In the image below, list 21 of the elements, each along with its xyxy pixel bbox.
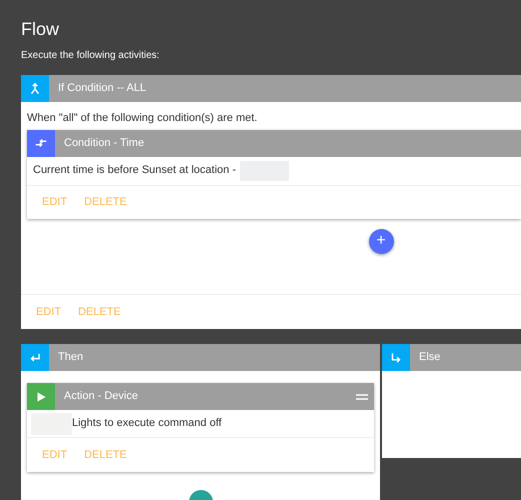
drag-handle-icon[interactable] [356, 394, 368, 400]
card-title: Action - Device [64, 389, 138, 404]
action-link[interactable]: EDIT [42, 446, 68, 464]
page-subtitle: Execute the following activities: [21, 49, 160, 63]
add-button[interactable]: + [368, 228, 394, 254]
merge-arrow-icon [28, 82, 42, 96]
action-link[interactable]: DELETE [84, 194, 127, 210]
card-title: Else [419, 350, 440, 366]
page-title: Flow [21, 18, 60, 40]
card-description: When "all" of the following condition(s) are met. [27, 111, 258, 126]
action-link[interactable]: EDIT [36, 304, 62, 320]
action-link[interactable]: EDIT [42, 194, 68, 210]
action-text: Lights to execute command off [72, 416, 222, 432]
swap-arrows-icon [34, 136, 48, 150]
turn-arrow-icon [389, 350, 403, 364]
card-title: Condition - Time [64, 136, 144, 151]
action-link[interactable]: DELETE [78, 304, 121, 320]
condition-text: Current time is before Sunset at location - [33, 163, 236, 178]
action-link[interactable]: DELETE [84, 446, 127, 464]
card-title: If Condition -- ALL [58, 81, 146, 96]
card-title: Then [58, 350, 84, 366]
